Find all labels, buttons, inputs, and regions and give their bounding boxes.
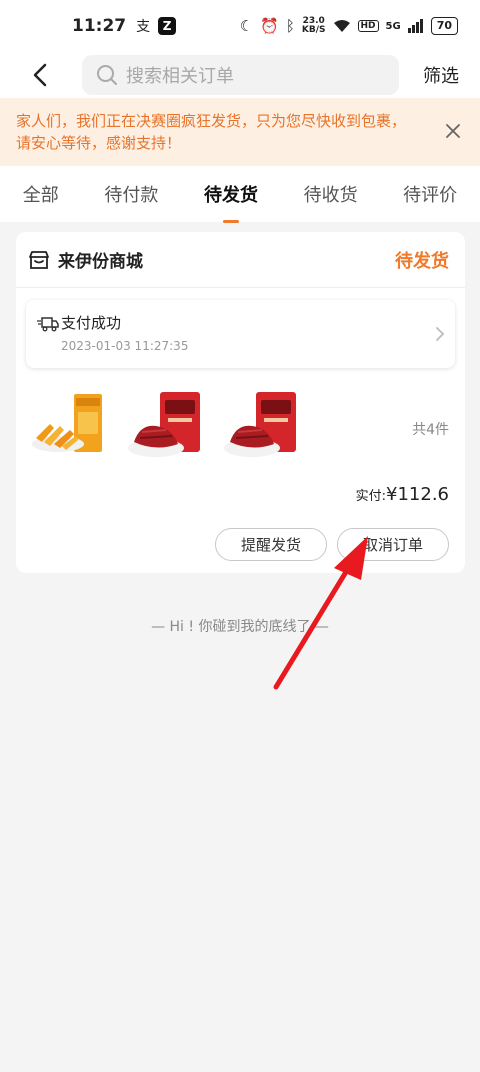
alipay-icon: 支: [136, 19, 151, 35]
search-icon: [97, 65, 117, 85]
hd-badge: HD: [357, 20, 379, 32]
network-type: 5G: [385, 20, 401, 32]
filter-button[interactable]: 筛选: [423, 62, 459, 88]
product-image-red-jerky-2[interactable]: [222, 390, 302, 464]
alarm-icon: ⏰: [260, 17, 279, 35]
product-thumbnails[interactable]: [30, 390, 302, 464]
tab-pending-shipment[interactable]: 待发货: [202, 181, 260, 207]
shop-name: 来伊份商城: [58, 252, 143, 272]
status-time: 11:27: [72, 16, 127, 36]
network-speed-unit: KB/S: [301, 25, 326, 35]
signal-icon: [407, 19, 423, 33]
chevron-left-icon: [33, 63, 47, 87]
store-icon: [29, 250, 49, 269]
search-input[interactable]: 搜索相关订单: [82, 55, 399, 95]
back-button[interactable]: [22, 57, 58, 93]
product-image-red-jerky-1[interactable]: [126, 390, 206, 464]
notice-text: 家人们，我们正在决赛圈疯狂发货，只为您尽快收到包裹，请安心等待，感谢支持！: [16, 112, 407, 152]
close-icon[interactable]: [444, 122, 462, 140]
order-card[interactable]: 来伊份商城 待发货 支付成功 2023-01-03 11:27:35 共4件 实…: [16, 232, 465, 573]
tab-all[interactable]: 全部: [21, 181, 61, 207]
remind-shipment-button[interactable]: 提醒发货: [215, 528, 327, 561]
cancel-order-button[interactable]: 取消订单: [337, 528, 449, 561]
notice-banner: 家人们，我们正在决赛圈疯狂发货，只为您尽快收到包裹，请安心等待，感谢支持！: [0, 98, 480, 166]
network-speed: 23.0 KB/S: [302, 17, 326, 35]
end-of-list-text: — Hi ! 你碰到我的底线了 —: [151, 619, 329, 635]
order-card-header: 来伊份商城 待发货: [16, 232, 465, 288]
wifi-icon: [333, 20, 350, 32]
paid-total: 实付:¥112.6: [356, 484, 449, 505]
status-bar: 11:27 支 Z ☾ ⏰ ᛒ 23.0 KB/S HD 5G 70: [0, 0, 480, 52]
payment-status-text: 支付成功: [61, 314, 122, 332]
order-status: 待发货: [395, 250, 449, 272]
moon-icon: ☾: [239, 17, 254, 35]
tab-pending-payment[interactable]: 待付款: [102, 181, 160, 207]
chevron-right-icon: [436, 327, 445, 341]
status-indicators: ☾ ⏰ ᛒ 23.0 KB/S HD 5G 70: [240, 17, 458, 35]
tab-pending-receipt[interactable]: 待收货: [302, 181, 360, 207]
paid-amount: ¥112.6: [386, 484, 449, 505]
bluetooth-icon: ᛒ: [285, 17, 295, 35]
paid-label: 实付:: [355, 489, 387, 504]
tab-pending-review[interactable]: 待评价: [401, 181, 459, 207]
delivery-truck-icon: [37, 317, 59, 332]
item-count: 共4件: [412, 422, 449, 438]
order-tabs: 全部 待付款 待发货 待收货 待评价: [0, 166, 480, 222]
product-image-yellow-snack[interactable]: [30, 390, 110, 464]
payment-time: 2023-01-03 11:27:35: [61, 339, 189, 353]
top-nav: 搜索相关订单 筛选: [0, 52, 480, 98]
app-notification-icon: Z: [158, 17, 177, 35]
payment-status-box[interactable]: 支付成功 2023-01-03 11:27:35: [26, 300, 455, 368]
battery-indicator: 70: [430, 17, 458, 35]
search-placeholder: 搜索相关订单: [126, 66, 234, 87]
